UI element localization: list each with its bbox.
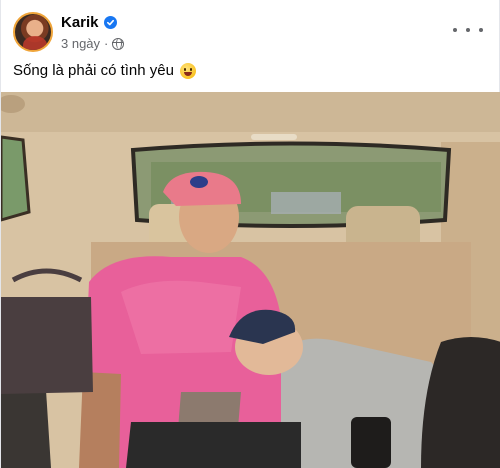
more-options-icon bbox=[479, 28, 483, 32]
verified-badge-icon bbox=[103, 16, 117, 29]
bag bbox=[1, 297, 93, 394]
grinning-face-emoji bbox=[179, 62, 196, 79]
caption-text: Sống là phải có tình yêu bbox=[13, 62, 174, 79]
facebook-post: Karik 3 ngày · Sống là phải có tình yêu bbox=[0, 0, 500, 468]
interior-light bbox=[251, 134, 297, 140]
meta-separator: · bbox=[104, 36, 109, 51]
photo-in-car-backseat bbox=[1, 92, 500, 468]
more-options-button[interactable] bbox=[453, 22, 483, 38]
post-caption: Sống là phải có tình yêu bbox=[13, 62, 196, 79]
post-header: Karik 3 ngày · bbox=[1, 0, 500, 60]
post-timestamp[interactable]: 3 ngày bbox=[61, 36, 100, 51]
more-options-icon bbox=[466, 28, 470, 32]
post-photo[interactable] bbox=[1, 92, 500, 468]
author-avatar[interactable] bbox=[13, 12, 53, 52]
globe-icon[interactable] bbox=[112, 37, 125, 50]
more-options-icon bbox=[453, 28, 457, 32]
author-row: Karik bbox=[61, 14, 117, 31]
post-meta: 3 ngày · bbox=[61, 36, 125, 51]
author-name[interactable]: Karik bbox=[61, 14, 99, 31]
shorts bbox=[126, 422, 301, 468]
